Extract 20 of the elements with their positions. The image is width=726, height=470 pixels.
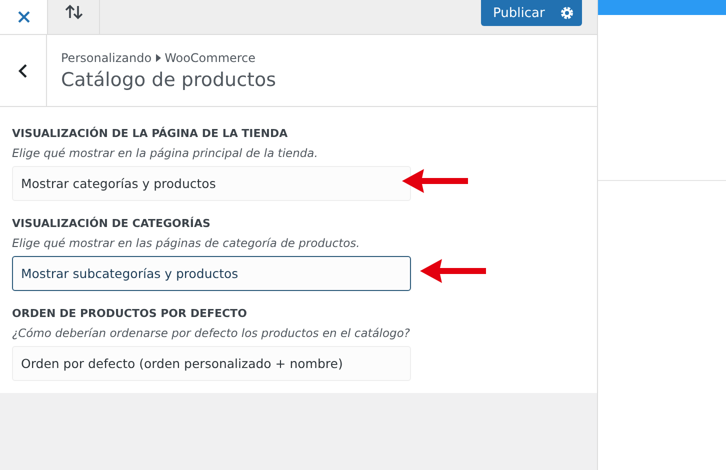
setting-label: VISUALIZACIÓN DE LA PÁGINA DE LA TIENDA — [12, 127, 289, 140]
setting-description: Elige qué mostrar en las páginas de categoría de productos. — [12, 236, 361, 250]
setting-label: VISUALIZACIÓN DE CATEGORÍAS — [12, 217, 212, 230]
close-button[interactable] — [0, 0, 47, 34]
setting-description: Elige qué mostrar en la página principal de la tienda. — [12, 146, 319, 160]
breadcrumb-text: WooCommerce — [164, 50, 256, 64]
chevron-left-icon — [18, 64, 28, 78]
caret-right-icon — [156, 54, 161, 62]
setting-description: ¿Cómo deberían ordenarse por defecto los productos en el catálogo? — [12, 326, 411, 340]
setting-label: ORDEN DE PRODUCTOS POR DEFECTO — [12, 307, 248, 320]
panel-title: Catálogo de productos — [61, 68, 276, 90]
breadcrumb-text: Personalizando — [61, 50, 152, 64]
up-down-arrows-icon — [64, 4, 84, 20]
select-field[interactable]: Mostrar categorías y productos — [12, 166, 411, 201]
close-icon — [18, 11, 30, 23]
gear-icon — [560, 6, 574, 20]
reorder-button[interactable] — [47, 0, 100, 34]
select-field[interactable]: Mostrar subcategorías y productos — [12, 256, 411, 291]
publish-button[interactable]: Publicar — [481, 0, 582, 26]
select-field[interactable]: Orden por defecto (orden personalizado + nombre) — [12, 346, 411, 381]
